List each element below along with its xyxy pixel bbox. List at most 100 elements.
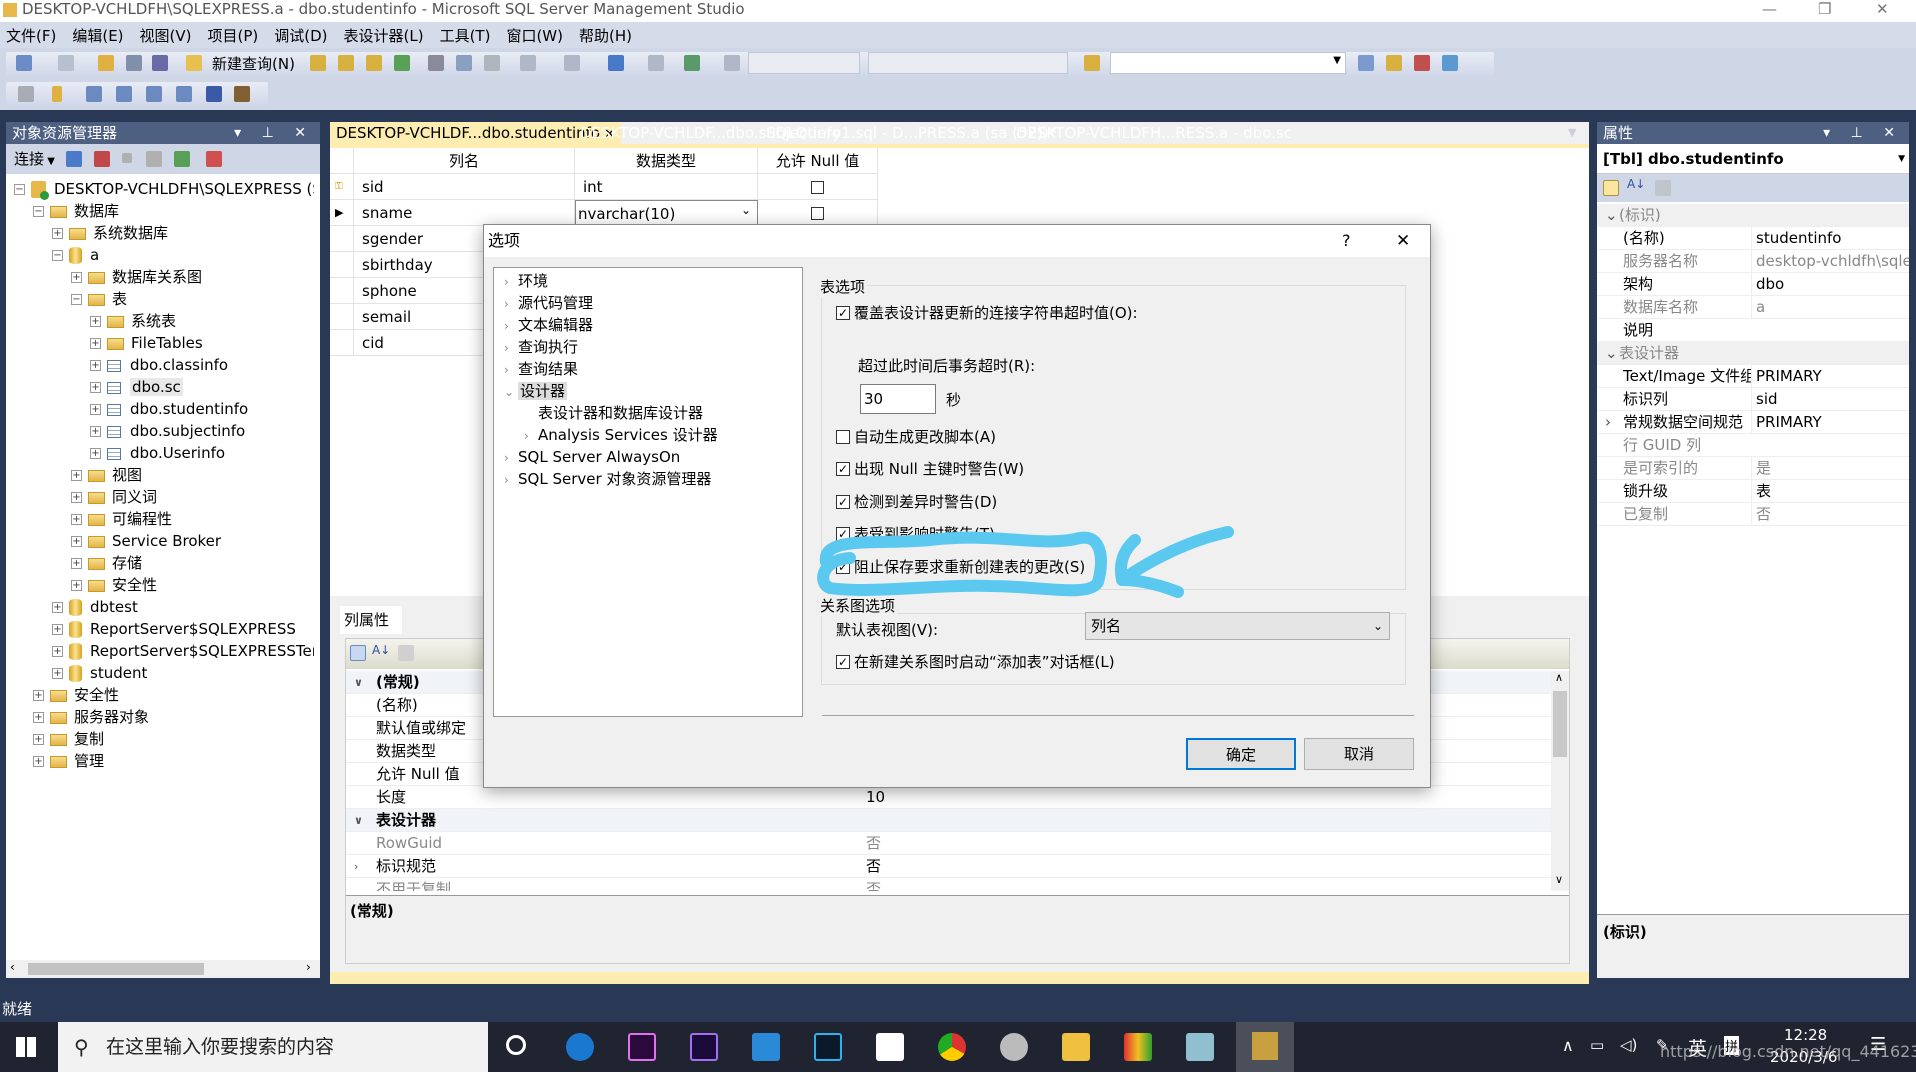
data-type-cell[interactable]: nvarchar(10) ⌄ — [575, 200, 758, 226]
expand-icon[interactable]: + — [90, 448, 101, 459]
expand-icon[interactable]: + — [90, 382, 101, 393]
expand-icon[interactable]: › — [354, 855, 358, 878]
collapse-icon[interactable]: − — [71, 294, 82, 305]
column-name-cell[interactable]: sid — [354, 174, 575, 200]
row-selector[interactable] — [330, 226, 354, 252]
paste-icon[interactable] — [484, 55, 500, 71]
menu-item[interactable]: 帮助(H) — [579, 25, 632, 46]
tree-node[interactable]: − 数据库 — [33, 200, 119, 222]
expand-icon[interactable]: + — [52, 602, 63, 613]
column-header[interactable]: 数据类型 — [575, 148, 758, 174]
tree-node[interactable]: − 表 — [71, 288, 127, 310]
menu-item[interactable]: 表设计器(L) — [344, 25, 424, 46]
expand-icon[interactable]: + — [71, 514, 82, 525]
tab-document[interactable]: DESKTOP-VCHLDFH...RESS.a - dbo.sc — [1010, 122, 1298, 144]
tree-node[interactable]: + dbo.sc — [90, 376, 183, 398]
indexes-icon[interactable] — [116, 86, 132, 102]
menu-item[interactable]: 工具(T) — [440, 25, 491, 46]
property-value[interactable]: sid — [1751, 388, 1778, 410]
relationships-icon[interactable] — [86, 86, 102, 102]
expand-icon[interactable]: + — [33, 756, 44, 767]
save-all-icon[interactable] — [152, 55, 168, 71]
close-window-button[interactable]: ✕ — [1876, 0, 1889, 18]
help-button[interactable]: ? — [1342, 225, 1351, 257]
property-row[interactable]: 标识列 sid — [1597, 388, 1909, 411]
connect-button[interactable]: 连接 — [14, 150, 44, 168]
collapse-icon[interactable]: − — [52, 250, 63, 261]
tree-node[interactable]: + dbo.Userinfo — [90, 442, 225, 464]
property-value[interactable]: a — [1751, 296, 1765, 318]
categorized-icon[interactable] — [1603, 180, 1619, 196]
activity-monitor-icon[interactable] — [684, 55, 700, 71]
windows-start-icon[interactable] — [16, 1037, 36, 1057]
media-player-icon[interactable] — [1000, 1033, 1028, 1061]
redo-icon[interactable] — [564, 55, 580, 71]
platform-dropdown[interactable] — [868, 52, 1068, 74]
collapse-icon[interactable]: ∨ — [354, 809, 363, 832]
menu-item[interactable]: 文件(F) — [6, 25, 56, 46]
options-category[interactable]: 表设计器和数据库设计器 — [524, 402, 703, 424]
scroll-up-icon[interactable]: ∧ — [1555, 671, 1563, 684]
property-category[interactable]: ⌄ 表设计器 — [1597, 342, 1909, 365]
collapse-icon[interactable]: ∨ — [354, 671, 363, 694]
tree-node[interactable]: − a — [52, 244, 99, 266]
collapse-icon[interactable]: − — [14, 184, 25, 195]
add-table-dialog-option[interactable]: ✓ 在新建关系图时启动“添加表”对话框(L) — [836, 653, 1115, 671]
property-row[interactable]: › 常规数据空间规范 PRIMARY — [1597, 411, 1909, 434]
collapse-icon[interactable]: ⌄ — [1605, 342, 1618, 364]
menu-item[interactable]: 窗口(W) — [506, 25, 563, 46]
property-row[interactable]: 行 GUID 列 — [1597, 434, 1909, 457]
expand-icon[interactable]: + — [90, 426, 101, 437]
disconnect-icon[interactable] — [94, 151, 110, 167]
spatial-index-icon[interactable] — [234, 86, 250, 102]
property-row[interactable]: Text/Image 文件组 PRIMARY — [1597, 365, 1909, 388]
tree-node[interactable]: + 视图 — [71, 464, 142, 486]
property-value[interactable]: 表 — [1751, 480, 1771, 502]
null-pk-warning-option[interactable]: ✓ 出现 Null 主键时警告(W) — [836, 460, 1024, 478]
xml-index-icon[interactable] — [176, 86, 192, 102]
winrar-icon[interactable] — [1124, 1033, 1152, 1061]
db-query-icon[interactable] — [310, 55, 326, 71]
minimize-button[interactable]: — — [1762, 0, 1777, 18]
chevron-down-icon[interactable]: ⌄ — [741, 197, 751, 223]
property-row[interactable]: 不用于复制 否 — [346, 878, 1551, 891]
save-icon[interactable] — [126, 55, 142, 71]
property-row[interactable]: 锁升级 表 — [1597, 480, 1909, 503]
expand-icon[interactable]: › — [1605, 411, 1611, 433]
copy-icon[interactable] — [456, 55, 472, 71]
tree-node[interactable]: + 系统数据库 — [52, 222, 168, 244]
expand-icon[interactable]: + — [71, 536, 82, 547]
property-value[interactable]: studentinfo — [1751, 227, 1841, 249]
chevron-right-icon[interactable]: › — [504, 293, 518, 315]
options-category[interactable]: › 查询执行 — [504, 336, 578, 358]
menu-item[interactable]: 编辑(E) — [72, 25, 123, 46]
property-value[interactable]: 否 — [866, 878, 881, 891]
expand-icon[interactable]: + — [90, 360, 101, 371]
scrollbar-thumb[interactable] — [1553, 691, 1567, 757]
property-row[interactable]: RowGuid 否 — [346, 832, 1551, 855]
menu-item[interactable]: 视图(V) — [140, 25, 192, 46]
property-row[interactable]: 是可索引的 是 — [1597, 457, 1909, 480]
tree-node[interactable]: + Service Broker — [71, 530, 221, 552]
photoshop-icon[interactable] — [814, 1033, 842, 1061]
scroll-right-icon[interactable]: › — [306, 960, 311, 974]
chevron-right-icon[interactable]: › — [504, 271, 518, 293]
mdx-query-icon[interactable] — [338, 55, 354, 71]
property-row[interactable]: (名称) studentinfo — [1597, 227, 1909, 250]
auto-script-option[interactable]: 自动生成更改脚本(A) — [836, 428, 996, 446]
tree-node[interactable]: + 管理 — [33, 750, 104, 772]
panel-controls[interactable]: ▾ ⊥ ✕ — [234, 122, 314, 144]
property-value[interactable]: 否 — [866, 855, 881, 878]
column-header[interactable]: 允许 Null 值 — [758, 148, 878, 174]
show-hidden-icons[interactable]: ∧ — [1562, 1036, 1574, 1055]
filter-icon[interactable] — [146, 151, 162, 167]
prevent-save-checkbox[interactable]: ✓ — [836, 559, 850, 574]
open-file-icon[interactable] — [98, 55, 114, 71]
property-row[interactable]: 架构 dbo — [1597, 273, 1909, 296]
options-icon[interactable] — [1442, 55, 1458, 71]
chevron-right-icon[interactable]: › — [504, 315, 518, 337]
ssms-taskbar-button[interactable] — [1236, 1022, 1294, 1072]
generate-script-icon[interactable] — [18, 86, 34, 102]
chrome-icon[interactable] — [938, 1033, 966, 1061]
property-row[interactable]: › 标识规范 否 — [346, 855, 1551, 878]
